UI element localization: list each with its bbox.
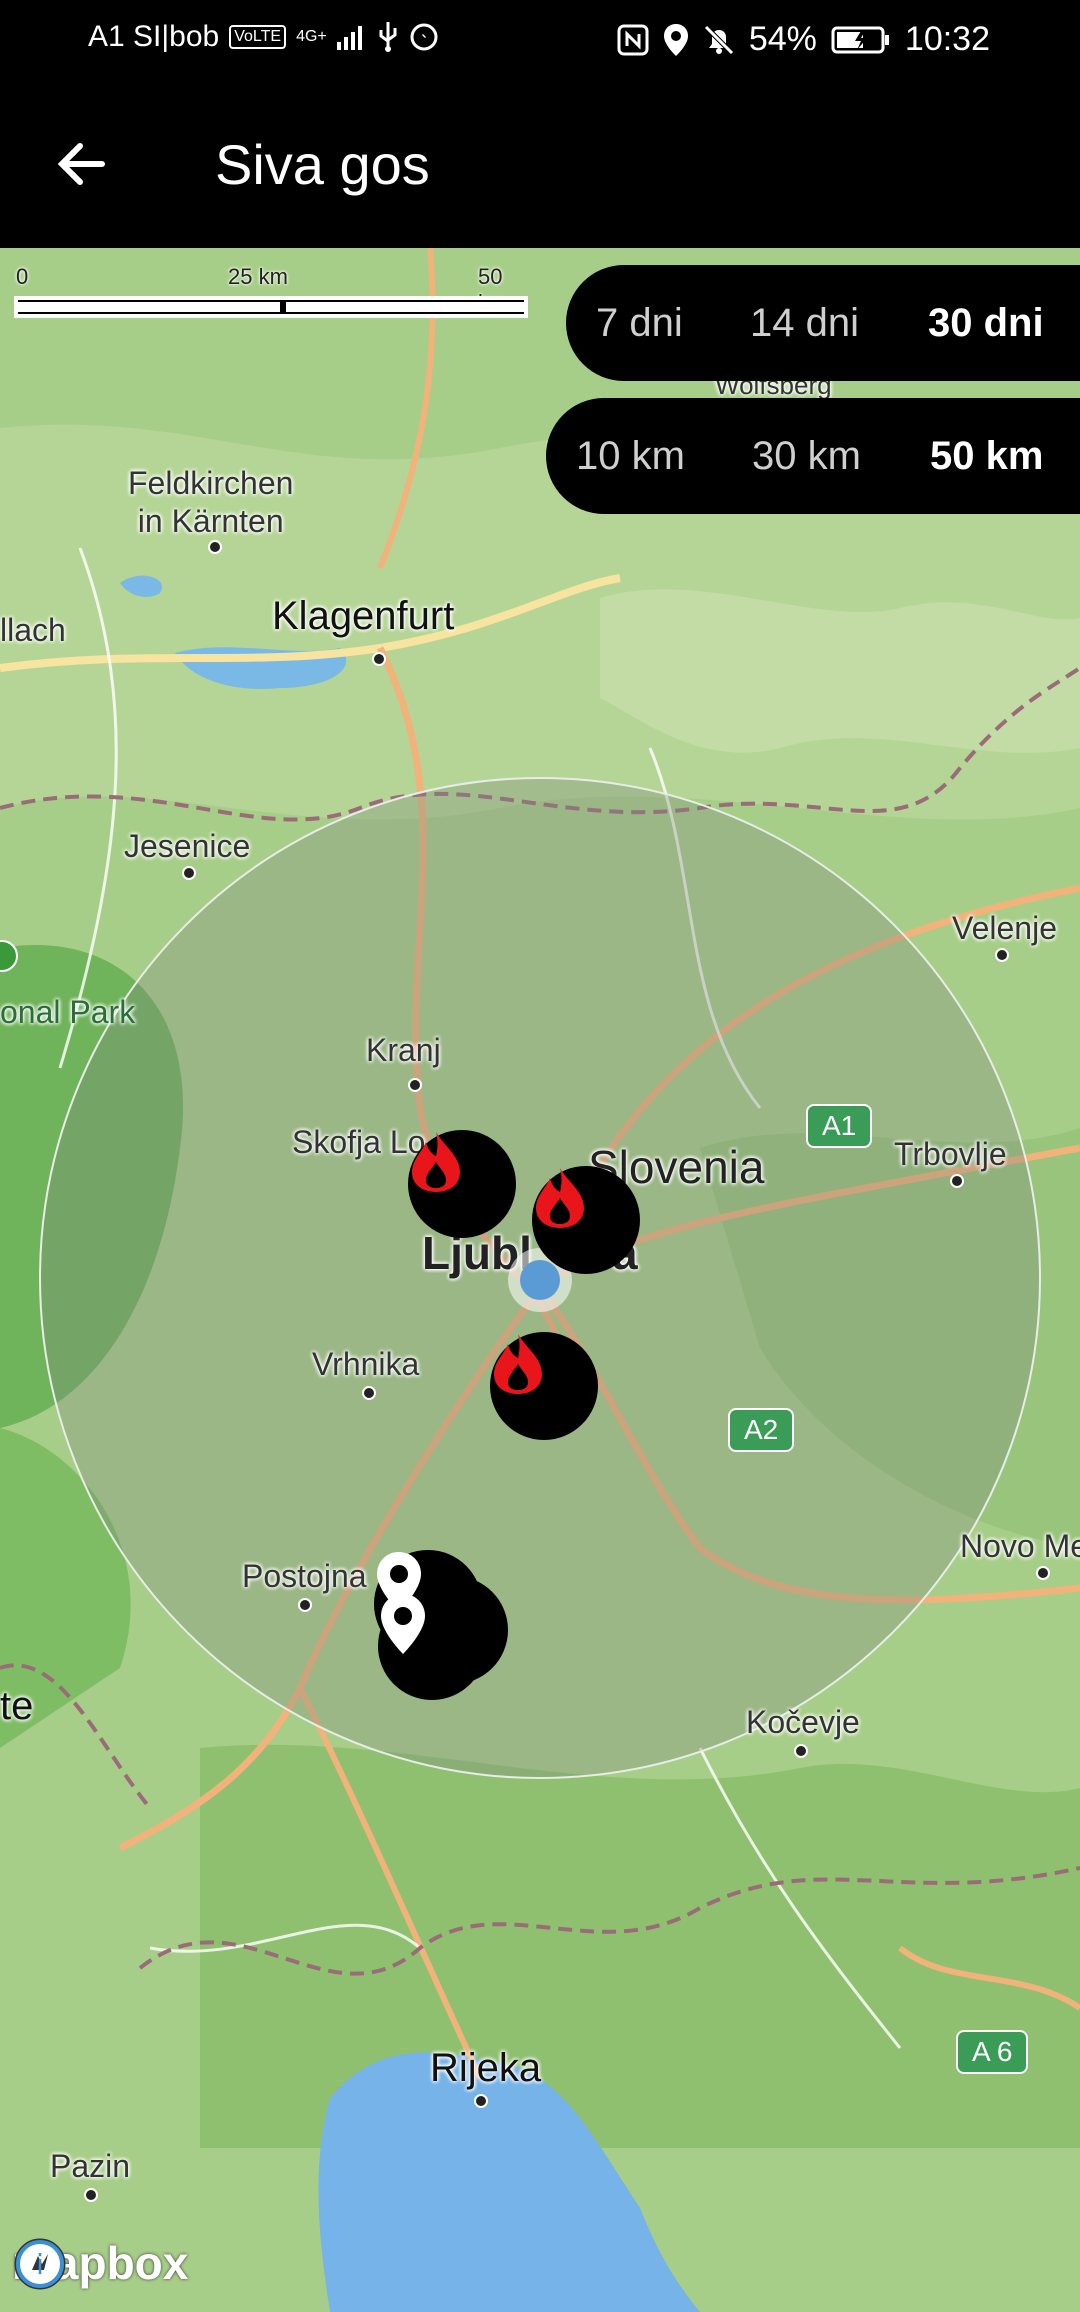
fire-marker[interactable] <box>490 1332 598 1440</box>
city-dot <box>372 652 386 666</box>
place-label-villach: llach <box>0 612 66 648</box>
place-label-pazin: Pazin <box>50 2148 131 2184</box>
place-label-feldkirchen: Feldkirchen in Kärnten <box>128 465 294 539</box>
signal-icon <box>336 26 362 50</box>
place-label-national-park: onal Park <box>0 994 136 1030</box>
radius-option-30km[interactable]: 30 km <box>752 434 861 479</box>
status-bar: A1 SI|bob VoLTE 4G+ 54% 10:32 <box>0 0 1080 80</box>
scale-label-25km: 25 km <box>228 264 288 289</box>
info-icon[interactable]: i <box>12 2236 68 2292</box>
scale-bar-graphic <box>14 296 528 318</box>
city-dot <box>950 1174 964 1188</box>
days-filter: 7 dni 14 dni 30 dni <box>566 265 1080 381</box>
place-label-trieste: te <box>0 1684 34 1728</box>
volte-icon: VoLTE <box>229 25 287 49</box>
app-bar: Siva gos <box>0 80 1080 248</box>
highway-badge-a2: A2 <box>728 1408 795 1452</box>
fire-marker[interactable] <box>532 1166 640 1274</box>
highway-badge-a1: A1 <box>806 1104 873 1148</box>
map-view[interactable]: Wolfsberg Feldkirchen in Kärnten Klagenf… <box>0 248 1080 2312</box>
radius-option-50km[interactable]: 50 km <box>930 434 1043 479</box>
city-dot <box>362 1386 376 1400</box>
arrow-left-icon[interactable] <box>52 134 112 194</box>
radius-filter: 10 km 30 km 50 km <box>546 398 1080 514</box>
city-dot <box>298 1598 312 1612</box>
page-title: Siva gos <box>215 133 430 196</box>
location-pin-icon <box>381 1594 425 1654</box>
place-label-velenje: Velenje <box>952 910 1057 946</box>
flame-icon <box>412 1132 460 1192</box>
place-label-kocevje: Kočevje <box>746 1704 860 1740</box>
scale-bar: 0 25 km 50 km <box>10 248 530 328</box>
city-dot <box>1036 1566 1050 1580</box>
city-dot <box>84 2188 98 2202</box>
place-label-trbovlje: Trbovlje <box>894 1136 1007 1172</box>
usb-icon <box>379 22 397 52</box>
radius-option-10km[interactable]: 10 km <box>576 434 685 479</box>
city-dot <box>995 948 1009 962</box>
network-label: 4G+ <box>296 28 327 45</box>
place-label-klagenfurt: Klagenfurt <box>272 594 455 638</box>
messenger-icon <box>410 23 438 51</box>
city-dot <box>408 1078 422 1092</box>
scale-label-0: 0 <box>16 264 29 289</box>
city-dot <box>208 540 222 554</box>
place-label-postojna: Postojna <box>242 1558 367 1594</box>
mapbox-logo: mapbox i <box>12 2236 188 2290</box>
city-dot <box>474 2094 488 2108</box>
city-dot <box>182 866 196 880</box>
place-label-vrhnika: Vrhnika <box>312 1346 420 1382</box>
days-option-30[interactable]: 30 dni <box>928 301 1044 346</box>
highway-badge-a6: A 6 <box>956 2030 1029 2074</box>
days-option-7[interactable]: 7 dni <box>596 301 683 346</box>
carrier-label: A1 SI|bob <box>88 20 220 53</box>
pin-marker[interactable] <box>378 1592 486 1700</box>
fire-marker[interactable] <box>408 1130 516 1238</box>
flame-icon <box>536 1168 584 1228</box>
place-label-rijeka: Rijeka <box>430 2046 542 2090</box>
days-option-14[interactable]: 14 dni <box>750 301 859 346</box>
place-label-novo-mesto: Novo Me <box>960 1528 1080 1564</box>
location-icon <box>663 23 688 56</box>
place-label-kranj: Kranj <box>366 1032 441 1068</box>
bell-off-icon <box>704 24 734 55</box>
flame-icon <box>494 1334 542 1394</box>
place-label-skofja-loka: Skofja Lo <box>292 1124 426 1160</box>
place-label-jesenice: Jesenice <box>124 828 251 864</box>
battery-icon <box>831 26 889 53</box>
city-dot <box>794 1744 808 1758</box>
svg-text:i: i <box>36 2248 44 2281</box>
nfc-icon <box>617 24 649 55</box>
battery-percent: 54% <box>748 20 817 58</box>
clock: 10:32 <box>904 20 990 58</box>
